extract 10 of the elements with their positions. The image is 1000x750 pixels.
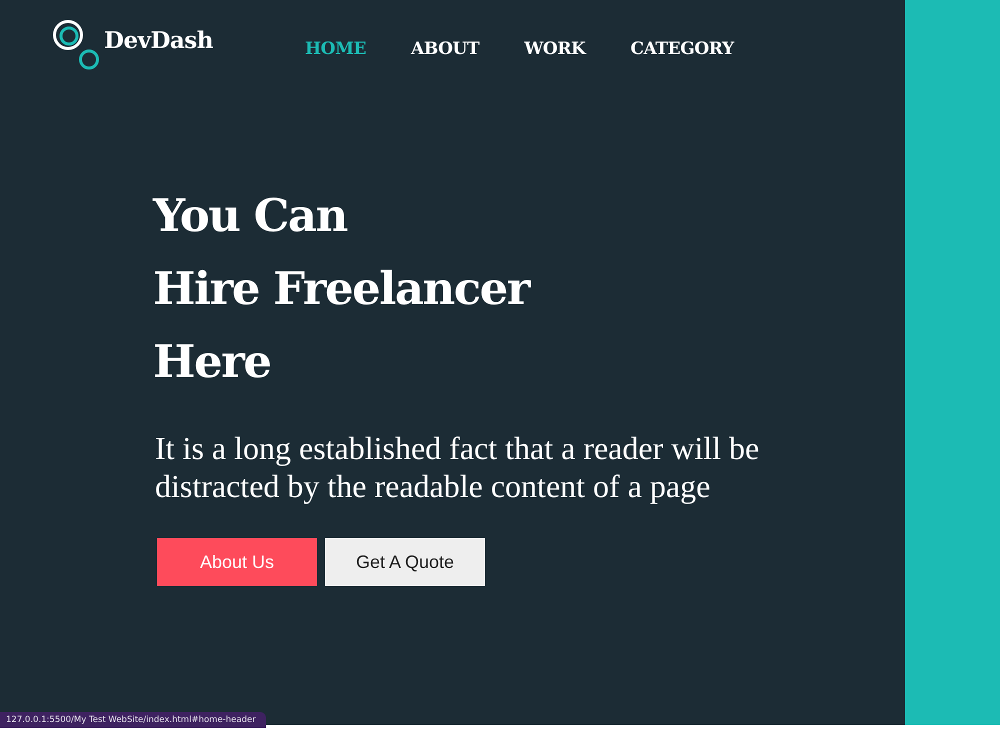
nav-link[interactable]: ABOUT — [411, 39, 480, 59]
nav-link[interactable]: CATEGORY — [630, 39, 734, 59]
circles-logo-icon — [53, 20, 99, 70]
hero-text: It is a long established fact that a reader will be distracted by the readable content of a page — [155, 429, 760, 505]
hero-heading: You Can Hire Freelancer Here — [153, 188, 529, 390]
brand-name: DevDash — [104, 28, 213, 54]
link-preview: 127.0.0.1:5500/My Test WebSite/index.html#home-header — [0, 712, 266, 728]
quote-button[interactable]: Get A Quote — [325, 538, 485, 586]
nav-link[interactable]: HOME — [305, 39, 366, 59]
nav-link[interactable]: WORK — [524, 39, 586, 59]
